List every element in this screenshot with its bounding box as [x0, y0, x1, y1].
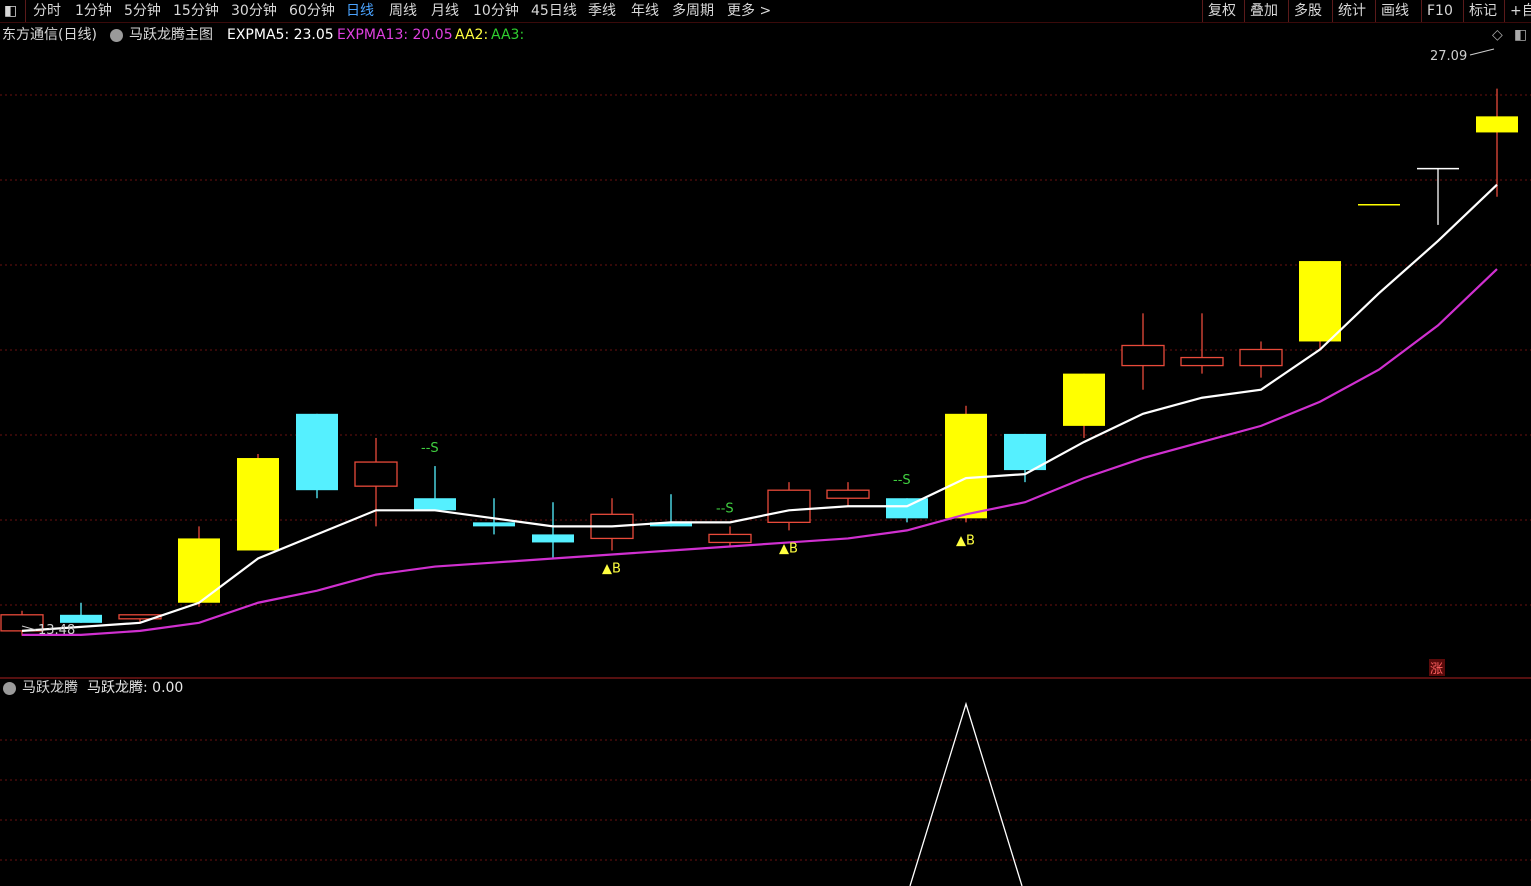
sub-indicator-line [909, 701, 1023, 886]
candle-body [60, 614, 102, 623]
candle-body [354, 461, 398, 487]
kline-chart[interactable]: --S ▲B --S ▲B --S ▲B 27.09 13.48 涨 [0, 0, 1531, 886]
expma5-line [21, 183, 1498, 632]
buy-signal: ▲B [956, 533, 975, 548]
high-price-label: 27.09 [1430, 49, 1467, 64]
buy-signal: ▲B [779, 541, 798, 556]
candle-body [826, 489, 870, 499]
candle-body [473, 522, 515, 527]
candle-body [237, 458, 279, 551]
candle-body [945, 413, 987, 519]
candle-body [708, 533, 752, 544]
high-price-arrow [1469, 48, 1495, 56]
sell-signal: --S [421, 441, 439, 456]
expma13-line [22, 268, 1498, 637]
candle-body [532, 534, 574, 543]
candle-body [1299, 261, 1341, 342]
sell-signal: --S [716, 501, 734, 516]
candle-body [1476, 116, 1518, 133]
candle-body [1121, 344, 1165, 367]
low-price-label: 13.48 [38, 623, 75, 638]
candle-body [296, 413, 338, 491]
candle-body [1063, 373, 1105, 426]
candle-body [767, 489, 811, 523]
buy-signal: ▲B [602, 561, 621, 576]
candle-body [0, 614, 44, 632]
candle-body [1239, 348, 1283, 367]
candle-body [1004, 433, 1046, 471]
limit-up-badge: 涨 [1430, 662, 1443, 677]
candle-body [886, 498, 928, 519]
candle-body [1180, 356, 1224, 367]
candle-body [414, 498, 456, 511]
sell-signal: --S [893, 473, 911, 488]
